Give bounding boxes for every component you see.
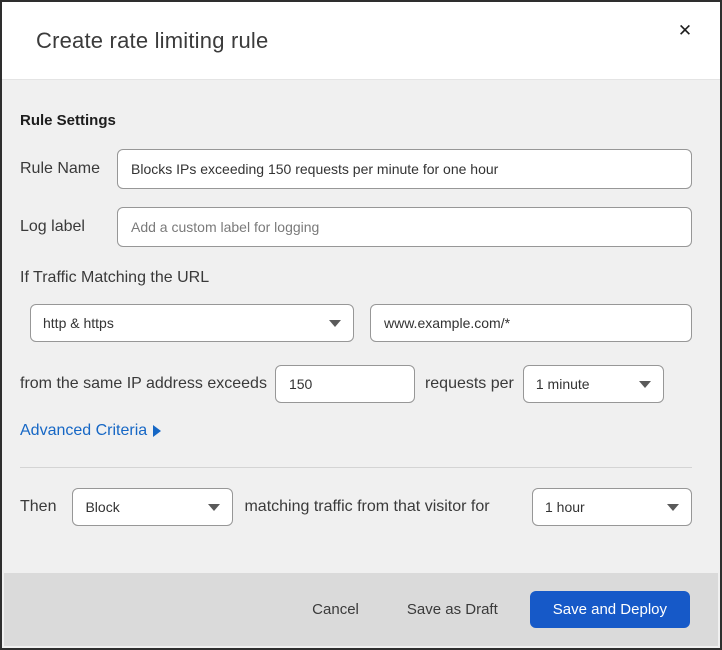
matching-label: matching traffic from that visitor for (244, 498, 490, 515)
action-select-value: Block (85, 499, 120, 515)
create-rate-limiting-rule-dialog: Create rate limiting rule ✕ Rule Setting… (0, 0, 722, 650)
rule-name-input[interactable] (117, 149, 692, 189)
traffic-match-intro: If Traffic Matching the URL (20, 269, 210, 286)
caret-right-icon (153, 425, 162, 437)
dialog-titlebar: Create rate limiting rule ✕ (2, 2, 720, 80)
exceeds-label: from the same IP address exceeds (20, 375, 267, 392)
then-label: Then (20, 498, 57, 515)
log-label-row: Log label (20, 207, 692, 247)
chevron-down-icon (329, 319, 341, 327)
chevron-down-icon (638, 380, 651, 388)
advanced-criteria-link[interactable]: Advanced Criteria (20, 422, 162, 440)
action-row: Then Block matching traffic from that vi… (20, 488, 692, 526)
duration-select[interactable]: 1 hour (532, 488, 692, 526)
dialog-footer: Cancel Save as Draft Save and Deploy (4, 573, 718, 646)
period-select[interactable]: 1 minute (522, 365, 664, 403)
rule-name-row: Rule Name (20, 149, 692, 189)
save-as-draft-button[interactable]: Save as Draft (397, 593, 508, 626)
duration-select-value: 1 hour (545, 499, 585, 515)
scheme-select[interactable]: http & https (30, 304, 354, 342)
save-and-deploy-button[interactable]: Save and Deploy (529, 591, 690, 628)
rule-settings-heading: Rule Settings (20, 112, 116, 129)
chevron-down-icon (667, 503, 679, 511)
close-icon[interactable]: ✕ (672, 18, 698, 44)
requests-per-label: requests per (424, 375, 514, 392)
threshold-input[interactable] (274, 365, 415, 403)
section-divider (20, 467, 692, 468)
rule-name-label: Rule Name (20, 160, 101, 177)
scheme-url-row: http & https (20, 304, 692, 342)
dialog-body: Rule Settings Rule Name Log label If Tra… (2, 112, 720, 526)
log-label-input[interactable] (117, 207, 692, 247)
threshold-row: from the same IP address exceeds request… (20, 365, 692, 403)
advanced-criteria-label: Advanced Criteria (20, 422, 148, 439)
chevron-down-icon (208, 503, 221, 511)
url-pattern-input[interactable] (370, 304, 692, 342)
log-label-label: Log label (20, 218, 85, 235)
scheme-select-value: http & https (43, 315, 114, 331)
cancel-button[interactable]: Cancel (302, 593, 369, 626)
period-select-value: 1 minute (535, 376, 590, 392)
action-select[interactable]: Block (72, 488, 234, 526)
dialog-title: Create rate limiting rule (36, 27, 269, 53)
